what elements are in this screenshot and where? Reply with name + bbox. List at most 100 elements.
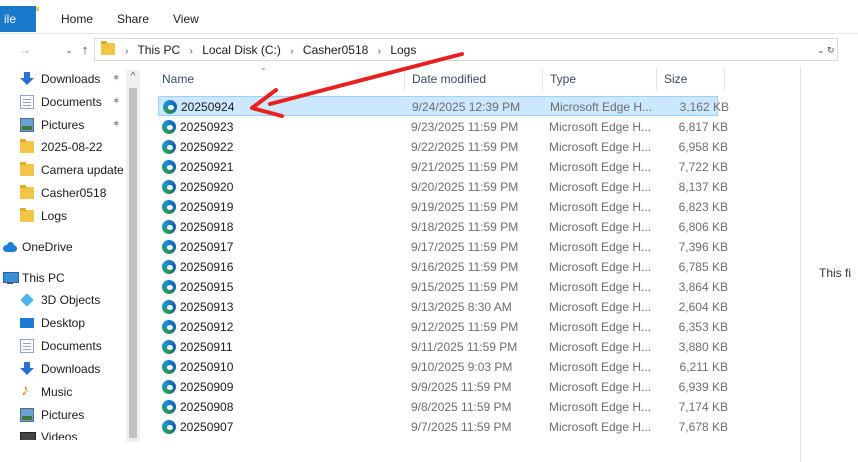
file-date: 9/13/2025 8:30 AM	[411, 300, 512, 314]
tab-file[interactable]: ile	[0, 6, 36, 32]
table-row[interactable]: 20250916 9/16/2025 11:59 PM Microsoft Ed…	[158, 257, 728, 277]
up-arrow-icon[interactable]: ↑	[78, 41, 92, 59]
breadcrumb-casher0518[interactable]: Casher0518	[303, 43, 368, 57]
nav-item-onedrive[interactable]: OneDrive	[0, 236, 126, 258]
nav-item-videos[interactable]: Videos	[0, 426, 126, 440]
nav-item-3d-objects[interactable]: 3D Objects	[0, 289, 126, 311]
file-size: 6,817 KB	[678, 120, 728, 134]
table-row[interactable]: 20250909 9/9/2025 11:59 PM Microsoft Edg…	[158, 377, 728, 397]
file-name: 20250917	[180, 240, 234, 254]
nav-item-downloads[interactable]: Downloads	[0, 358, 126, 380]
breadcrumb-separator-icon[interactable]: ›	[190, 46, 193, 57]
table-row[interactable]: 20250923 9/23/2025 11:59 PM Microsoft Ed…	[158, 117, 728, 137]
table-row[interactable]: 20250910 9/10/2025 9:03 PM Microsoft Edg…	[158, 357, 728, 377]
table-row[interactable]: 20250922 9/22/2025 11:59 PM Microsoft Ed…	[158, 137, 728, 157]
quick-access-toolbar	[6, 0, 46, 11]
column-divider[interactable]	[404, 68, 405, 90]
address-dropdown-refresh[interactable]: ⌄ ↻	[817, 42, 837, 58]
edge-html-file-icon	[162, 140, 176, 154]
column-divider[interactable]	[724, 68, 725, 90]
nav-item-casher0518[interactable]: Casher0518	[0, 182, 126, 204]
column-divider[interactable]	[656, 68, 657, 90]
address-bar[interactable]: › This PC › Local Disk (C:) › Casher0518…	[94, 38, 838, 61]
edge-html-file-icon	[162, 260, 176, 274]
nav-item-camera-update[interactable]: Camera update f	[0, 159, 126, 181]
nav-item-pictures[interactable]: Pictures	[0, 404, 126, 426]
breadcrumb-separator-icon[interactable]: ›	[378, 46, 381, 57]
file-name: 20250913	[180, 300, 234, 314]
nav-scrollbar[interactable]: ^	[126, 70, 140, 442]
table-row[interactable]: 20250917 9/17/2025 11:59 PM Microsoft Ed…	[158, 237, 728, 257]
back-arrow-icon[interactable]: →	[18, 41, 32, 59]
edge-html-file-icon	[162, 200, 176, 214]
file-name: 20250920	[180, 180, 234, 194]
edge-html-file-icon	[162, 320, 176, 334]
file-date: 9/12/2025 11:59 PM	[411, 320, 519, 334]
table-row[interactable]: 20250918 9/18/2025 11:59 PM Microsoft Ed…	[158, 217, 728, 237]
column-divider[interactable]	[542, 68, 543, 90]
file-name: 20250915	[180, 280, 234, 294]
3d-objects-icon	[20, 293, 34, 307]
nav-item-downloads-pinned[interactable]: Downloads ✶	[0, 68, 126, 90]
file-type: Microsoft Edge H...	[549, 180, 652, 194]
file-type: Microsoft Edge H...	[549, 380, 652, 394]
table-row[interactable]: 20250907 9/7/2025 11:59 PM Microsoft Edg…	[158, 417, 728, 437]
file-date: 9/23/2025 11:59 PM	[411, 120, 519, 134]
edge-html-file-icon	[162, 360, 176, 374]
file-type: Microsoft Edge H...	[549, 220, 652, 234]
table-row[interactable]: 20250915 9/15/2025 11:59 PM Microsoft Ed…	[158, 277, 728, 297]
file-date: 9/22/2025 11:59 PM	[411, 140, 519, 154]
nav-item-documents[interactable]: Documents	[0, 335, 126, 357]
file-size: 6,823 KB	[678, 200, 728, 214]
table-row[interactable]: 20250908 9/8/2025 11:59 PM Microsoft Edg…	[158, 397, 728, 417]
column-header-name[interactable]: Name	[162, 71, 194, 87]
nav-item-logs[interactable]: Logs	[0, 205, 126, 227]
table-row[interactable]: 20250920 9/20/2025 11:59 PM Microsoft Ed…	[158, 177, 728, 197]
tab-view[interactable]: View	[173, 9, 199, 29]
table-row[interactable]: 20250912 9/12/2025 11:59 PM Microsoft Ed…	[158, 317, 728, 337]
desktop-icon	[20, 316, 34, 330]
file-name: 20250908	[180, 400, 234, 414]
file-type: Microsoft Edge H...	[549, 420, 652, 434]
table-row[interactable]: 20250911 9/11/2025 11:59 PM Microsoft Ed…	[158, 337, 728, 357]
table-row[interactable]: 20250913 9/13/2025 8:30 AM Microsoft Edg…	[158, 297, 728, 317]
breadcrumb-this-pc[interactable]: This PC	[137, 43, 180, 57]
column-header-date[interactable]: Date modified	[412, 71, 486, 87]
file-name: 20250922	[180, 140, 234, 154]
breadcrumb-local-disk[interactable]: Local Disk (C:)	[202, 43, 281, 57]
edge-html-file-icon	[162, 400, 176, 414]
breadcrumb-separator-icon[interactable]: ›	[290, 46, 293, 57]
nav-item-pictures-pinned[interactable]: Pictures ✶	[0, 114, 126, 136]
file-date: 9/20/2025 11:59 PM	[411, 180, 519, 194]
scrollbar-thumb[interactable]	[129, 88, 137, 438]
folder-icon	[20, 162, 34, 176]
file-date: 9/17/2025 11:59 PM	[411, 240, 519, 254]
nav-item-label: Pictures	[41, 408, 85, 422]
nav-item-desktop[interactable]: Desktop	[0, 312, 126, 334]
nav-item-documents-pinned[interactable]: Documents ✶	[0, 91, 126, 113]
document-icon	[20, 339, 34, 353]
scroll-up-icon[interactable]: ^	[126, 70, 140, 84]
tab-share[interactable]: Share	[117, 9, 149, 29]
breadcrumb-logs[interactable]: Logs	[390, 43, 416, 57]
recent-locations-chevron-icon[interactable]: ⌄	[62, 41, 76, 59]
column-header-size[interactable]: Size	[664, 71, 687, 87]
column-header-type[interactable]: Type	[550, 71, 576, 87]
tab-home[interactable]: Home	[61, 9, 93, 29]
folder-icon	[20, 208, 34, 222]
pictures-icon	[20, 118, 34, 132]
download-icon	[20, 72, 34, 86]
nav-item-music[interactable]: Music	[0, 381, 126, 403]
table-row[interactable]: 20250921 9/21/2025 11:59 PM Microsoft Ed…	[158, 157, 728, 177]
file-type: Microsoft Edge H...	[550, 100, 653, 114]
nav-item-label: Videos	[41, 430, 78, 440]
nav-item-2025-08-22[interactable]: 2025-08-22	[0, 136, 126, 158]
table-row[interactable]: 20250919 9/19/2025 11:59 PM Microsoft Ed…	[158, 197, 728, 217]
nav-item-this-pc[interactable]: This PC	[0, 267, 126, 289]
file-type: Microsoft Edge H...	[549, 160, 652, 174]
pin-icon: ✶	[112, 119, 121, 130]
nav-item-label: Desktop	[41, 316, 86, 330]
table-row[interactable]: 20250924 9/24/2025 12:39 PM Microsoft Ed…	[158, 96, 729, 116]
edge-html-file-icon	[162, 220, 176, 234]
nav-item-label: 3D Objects	[41, 293, 101, 307]
